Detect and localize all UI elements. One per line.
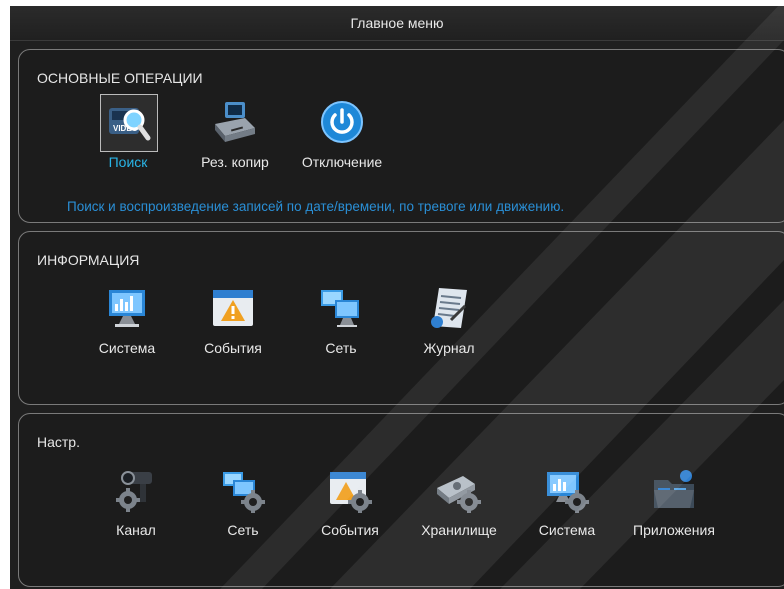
backup-button[interactable]: Рез. копир (180, 98, 290, 170)
settings-title: Настр. (37, 434, 80, 450)
settings-system-button[interactable]: Система (512, 466, 622, 538)
basic-operations-panel: ОСНОВНЫЕ ОПЕРАЦИИ VIDEO Поиск Рез. копир… (18, 49, 784, 223)
system-gear-icon (547, 472, 589, 513)
information-panel: ИНФОРМАЦИЯ Система События Сеть Журнал (18, 231, 784, 405)
events-gear-icon (330, 472, 372, 513)
events-warning-icon (213, 290, 253, 326)
settings-system-label: Система (538, 522, 596, 538)
settings-channel-label: Канал (116, 522, 156, 538)
information-title: ИНФОРМАЦИЯ (37, 252, 140, 268)
network-gear-icon (223, 472, 265, 513)
video-search-icon: VIDEO (109, 108, 151, 141)
function-description: Поиск и воспроизведение записей по дате/… (67, 199, 565, 214)
settings-network-label: Сеть (227, 522, 259, 538)
backup-label: Рез. копир (201, 154, 269, 170)
network-monitors-icon (321, 290, 359, 327)
info-network-button[interactable]: Сеть (286, 284, 396, 356)
info-events-button[interactable]: События (178, 284, 288, 356)
info-system-button[interactable]: Система (72, 284, 182, 356)
settings-network-button[interactable]: Сеть (188, 466, 298, 538)
search-label: Поиск (108, 154, 148, 170)
info-log-label: Журнал (423, 340, 475, 356)
search-button[interactable]: VIDEO Поиск (73, 94, 183, 170)
system-monitor-icon (109, 290, 145, 327)
camera-gear-icon (116, 471, 152, 512)
info-network-label: Сеть (325, 340, 357, 356)
settings-events-label: События (321, 522, 379, 538)
shutdown-label: Отключение (301, 154, 383, 170)
basic-operations-title: ОСНОВНЫЕ ОПЕРАЦИИ (37, 70, 203, 86)
log-document-icon (431, 288, 467, 328)
settings-channel-button[interactable]: Канал (81, 466, 191, 538)
storage-gear-icon (437, 476, 481, 513)
main-menu-window: Главное меню ОСНОВНЫЕ ОПЕРАЦИИ VIDEO Пои… (10, 6, 784, 589)
power-icon (321, 101, 363, 143)
settings-events-button[interactable]: События (295, 466, 405, 538)
applications-folder-icon (654, 470, 694, 508)
settings-storage-label: Хранилище (421, 522, 497, 538)
shutdown-button[interactable]: Отключение (287, 98, 397, 170)
window-title: Главное меню (10, 6, 784, 41)
info-events-label: События (204, 340, 262, 356)
settings-applications-label: Приложения (633, 522, 715, 538)
info-system-label: Система (98, 340, 156, 356)
settings-storage-button[interactable]: Хранилище (404, 466, 514, 538)
backup-drive-icon (215, 102, 255, 142)
settings-applications-button[interactable]: Приложения (619, 466, 729, 538)
settings-panel: Настр. Канал Сеть События Хранилище Сист… (18, 413, 784, 587)
info-log-button[interactable]: Журнал (394, 284, 504, 356)
